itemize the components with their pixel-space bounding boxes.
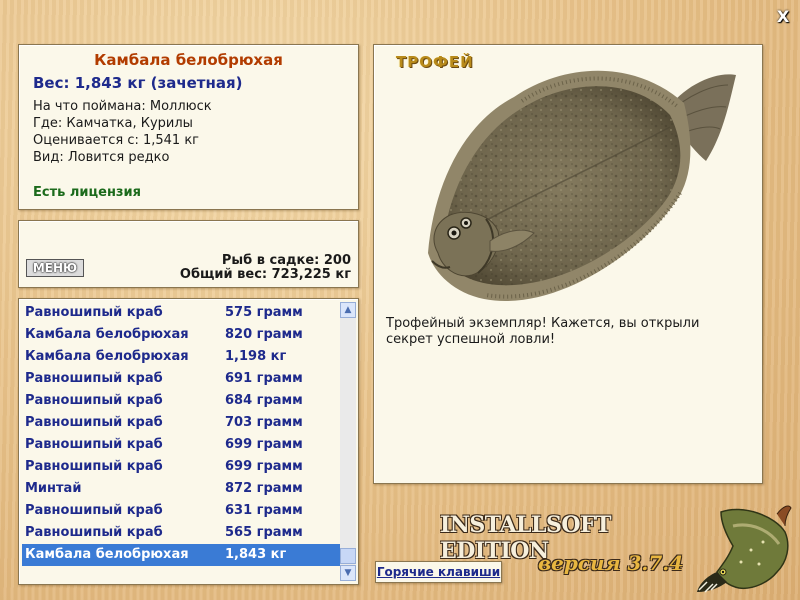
- catch-fish-name: Равношипый краб: [25, 393, 163, 408]
- price-info: Оценивается с: 1,541 кг: [33, 133, 200, 148]
- catch-row[interactable]: Равношипый краб 703 грамм: [22, 412, 340, 434]
- close-icon[interactable]: X: [777, 7, 789, 26]
- catch-fish-name: Равношипый краб: [25, 503, 163, 518]
- keep-net-status-panel: МЕНЮ Рыб в садке: 200 Общий вес: 723,225…: [18, 220, 359, 288]
- scrollbar-thumb[interactable]: [340, 548, 356, 564]
- catch-fish-weight: 699 грамм: [225, 437, 303, 452]
- catch-row[interactable]: Камбала белобрюхая 1,198 кг: [22, 346, 340, 368]
- catch-fish-name: Камбала белобрюхая: [25, 327, 189, 342]
- trophy-panel: ТРОФЕЙ Трофейный экземпляр! Кажется, вы …: [373, 44, 763, 484]
- catch-fish-weight: 872 грамм: [225, 481, 303, 496]
- catch-row[interactable]: Равношипый краб 575 грамм: [22, 302, 340, 324]
- catch-info-panel: Камбала белобрюхая Вес: 1,843 кг (зачетн…: [18, 44, 359, 210]
- catch-list[interactable]: Равношипый краб 575 грамм Камбала белобрю…: [22, 302, 340, 566]
- catch-fish-weight: 699 грамм: [225, 459, 303, 474]
- catch-row[interactable]: Камбала белобрюхая 820 грамм: [22, 324, 340, 346]
- bait-info: На что поймана: Моллюск: [33, 99, 212, 114]
- total-weight: Общий вес: 723,225 кг: [179, 267, 351, 282]
- catch-list-scrollbar[interactable]: ▲ ▼: [340, 302, 356, 581]
- catch-fish-weight: 691 грамм: [225, 371, 303, 386]
- catch-row[interactable]: Равношипый краб 631 грамм: [22, 500, 340, 522]
- catch-fish-name: Равношипый краб: [25, 305, 163, 320]
- keep-net-count: Рыб в садке: 200: [221, 253, 351, 268]
- chevron-down-icon[interactable]: ▼: [340, 565, 356, 581]
- fish-name: Камбала белобрюхая: [94, 51, 283, 69]
- catch-fish-weight: 703 грамм: [225, 415, 303, 430]
- catch-fish-weight: 575 грамм: [225, 305, 303, 320]
- catch-row[interactable]: Равношипый краб 565 грамм: [22, 522, 340, 544]
- catch-fish-weight: 1,843 кг: [225, 547, 287, 562]
- catch-fish-name: Равношипый краб: [25, 371, 163, 386]
- chevron-up-icon[interactable]: ▲: [340, 302, 356, 318]
- trophy-message: Трофейный экземпляр! Кажется, вы открыли…: [386, 316, 700, 347]
- catch-fish-weight: 820 грамм: [225, 327, 303, 342]
- catch-fish-name: Равношипый краб: [25, 437, 163, 452]
- catch-row[interactable]: Равношипый краб 684 грамм: [22, 390, 340, 412]
- catch-fish-weight: 565 грамм: [225, 525, 303, 540]
- catch-fish-weight: 1,198 кг: [225, 349, 287, 364]
- fish-weight: Вес: 1,843 кг (зачетная): [33, 74, 243, 92]
- catch-row[interactable]: Камбала белобрюхая 1,843 кг: [22, 544, 340, 566]
- catch-row[interactable]: Равношипый краб 699 грамм: [22, 456, 340, 478]
- catch-fish-name: Камбала белобрюхая: [25, 349, 189, 364]
- close-button[interactable]: X: [774, 8, 792, 26]
- rarity-info: Вид: Ловится редко: [33, 150, 170, 165]
- catch-fish-weight: 684 грамм: [225, 393, 303, 408]
- license-status: Есть лицензия: [33, 185, 141, 200]
- flounder-fish-image: [428, 70, 736, 302]
- hotkeys-button[interactable]: Горячие клавиши: [375, 561, 502, 583]
- trophy-title: ТРОФЕЙ: [396, 53, 474, 71]
- catch-row[interactable]: Равношипый краб 699 грамм: [22, 434, 340, 456]
- pike-fish-logo: [697, 505, 792, 593]
- catch-fish-name: Равношипый краб: [25, 525, 163, 540]
- catch-row[interactable]: Равношипый краб 691 грамм: [22, 368, 340, 390]
- catch-fish-name: Камбала белобрюхая: [25, 547, 189, 562]
- catch-row[interactable]: Минтай 872 грамм: [22, 478, 340, 500]
- menu-button[interactable]: МЕНЮ: [26, 259, 84, 277]
- catch-list-panel: Равношипый краб 575 грамм Камбала белобрю…: [18, 298, 359, 585]
- location-info: Где: Камчатка, Курилы: [33, 116, 193, 131]
- catch-fish-weight: 631 грамм: [225, 503, 303, 518]
- version-label: версия 3.7.4: [538, 551, 684, 575]
- catch-fish-name: Минтай: [25, 481, 82, 496]
- catch-fish-name: Равношипый краб: [25, 415, 163, 430]
- catch-fish-name: Равношипый краб: [25, 459, 163, 474]
